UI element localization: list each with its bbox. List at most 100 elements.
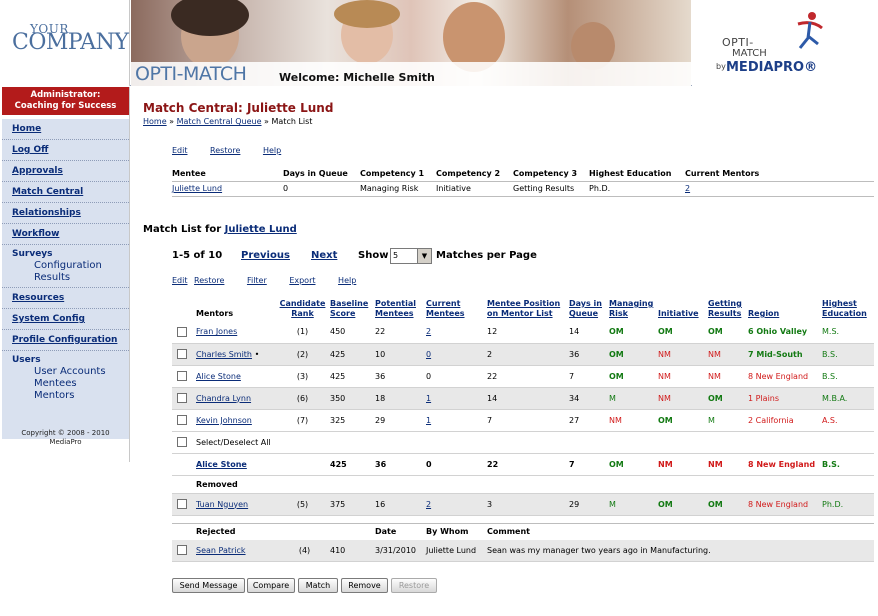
matches-per-page-select[interactable]: 5 ▼ [390,248,432,264]
list-export-link[interactable]: Export [289,276,315,285]
match-list-label: Match List for [143,224,225,235]
sidebar-item-home[interactable]: Home [2,119,129,140]
sidebar-item-system-config[interactable]: System Config [2,309,129,330]
mentor-name-link[interactable]: Alice Stone [196,372,241,381]
restore-button[interactable]: Restore [391,578,437,593]
sidebar-subitem-results[interactable]: Results [12,272,129,284]
removed-label-row: Removed [172,475,874,494]
removed-current-link[interactable]: 2 [426,500,431,509]
mentor-checkbox[interactable] [177,371,187,381]
sidebar-item-log-off[interactable]: Log Off [2,140,129,161]
match-list-actions: Edit Restore Filter Export Help [172,276,372,285]
matches-per-page-value: 5 [393,251,399,260]
sidebar-subitem-mentees[interactable]: Mentees [12,378,129,390]
sidebar-item-surveys[interactable]: Surveys [12,249,129,260]
mentee-help-link[interactable]: Help [263,146,281,155]
breadcrumb-home-link[interactable]: Home [143,117,167,126]
mentor-current-link[interactable]: 1 [426,394,431,403]
sidebar-item-approvals[interactable]: Approvals [2,161,129,182]
col-days-in-queue[interactable]: Days in Queue [569,297,609,321]
compare-button[interactable]: Compare [247,578,295,593]
mentor-checkbox[interactable] [177,393,187,403]
remove-button[interactable]: Remove [341,578,388,593]
col-candidate-rank[interactable]: Candidate Rank [279,297,330,321]
pager-previous-link[interactable]: Previous [241,250,290,261]
rejected-checkbox-cell [172,539,196,562]
mentor-days: 14 [569,321,609,344]
mentor-current-link[interactable]: 1 [426,416,431,425]
send-message-button[interactable]: Send Message [172,578,245,593]
selected-mentor-link[interactable]: Alice Stone [196,460,247,469]
list-help-link[interactable]: Help [338,276,356,285]
mentee-name-link[interactable]: Juliette Lund [172,184,222,193]
removed-name-cell: Tuan Nguyen [196,493,279,516]
mentee-table-header: Mentee Days in Queue Competency 1 Compet… [172,166,874,181]
selected-mentor-row: Alice Stone 425 36 0 22 7 OM NM NM 8 New… [172,452,874,476]
list-edit-link[interactable]: Edit [172,276,188,285]
breadcrumb-queue-link[interactable]: Match Central Queue [177,117,262,126]
mentor-current-link[interactable]: 2 [426,327,431,336]
removed-initiative: OM [658,493,708,516]
col-region[interactable]: Region [748,297,822,321]
mentee-current-mentors-cell: 2 [685,180,874,197]
col-managing-risk[interactable]: Managing Risk [609,297,658,321]
col-highest-education[interactable]: Highest Education [822,297,874,321]
mentor-name-cell: Fran Jones [196,321,279,344]
col-baseline-score[interactable]: Baseline Score [330,297,375,321]
mentee-actions: Edit Restore Help [172,146,297,155]
list-filter-link[interactable]: Filter [247,276,267,285]
mentor-current-cell: 2 [426,321,487,344]
removed-mentor-checkbox[interactable] [177,499,187,509]
list-restore-link[interactable]: Restore [194,276,224,285]
sidebar-subitem-mentors[interactable]: Mentors [12,390,129,402]
mentor-rank: (3) [279,365,330,388]
mentor-potential: 10 [375,343,426,366]
sidebar-item-match-central[interactable]: Match Central [2,182,129,203]
select-all-checkbox[interactable] [177,437,187,447]
match-list-mentee-link[interactable]: Juliette Lund [225,224,297,235]
mentee-table: Mentee Days in Queue Competency 1 Compet… [172,166,874,197]
sidebar-item-resources[interactable]: Resources [2,288,129,309]
mentor-checkbox[interactable] [177,415,187,425]
removed-mentor-link[interactable]: Tuan Nguyen [196,500,248,509]
sidebar-subitem-user-accounts[interactable]: User Accounts [12,366,129,378]
selected-region: 8 New England [748,452,822,476]
col-mentee: Mentee [172,168,206,178]
sidebar-item-relationships[interactable]: Relationships [2,203,129,224]
mentor-checkbox[interactable] [177,326,187,337]
col-getting-results[interactable]: Getting Results [708,297,748,321]
rejected-mentor-link[interactable]: Sean Patrick [196,546,246,555]
mentee-current-mentors-link[interactable]: 2 [685,184,690,193]
mentor-name-link[interactable]: Charles Smith [196,350,252,359]
rejected-rank: (4) [279,539,330,562]
rejected-row: Sean Patrick (4) 410 3/31/2010 Juliette … [172,539,874,562]
company-logo[interactable]: YOUR COMPANY [0,0,130,86]
col-initiative[interactable]: Initiative [658,297,708,321]
col-potential-mentees[interactable]: Potential Mentees [375,297,426,321]
selected-initiative: NM [658,452,708,476]
removed-potential: 16 [375,493,426,516]
mentee-edit-link[interactable]: Edit [172,146,188,155]
mentor-checkbox[interactable] [177,349,187,359]
rejected-mentor-checkbox[interactable] [177,545,187,556]
pager-next-link[interactable]: Next [311,250,337,261]
sidebar-item-workflow[interactable]: Workflow [2,224,129,245]
sidebar-subitem-configuration[interactable]: Configuration [12,260,129,272]
sidebar-item-users[interactable]: Users [12,355,129,366]
managing-label: Managing [609,299,654,308]
col-mentee-position[interactable]: Mentee Position on Mentor List [487,297,569,321]
sidebar-item-profile-configuration[interactable]: Profile Configuration [2,330,129,351]
match-button[interactable]: Match [298,578,338,593]
mentee-restore-link[interactable]: Restore [210,146,240,155]
potential-label: Potential [375,299,417,308]
mentor-current-link[interactable]: 0 [426,350,431,359]
col-current-mentees[interactable]: Current Mentees [426,297,487,321]
mentor-name-link[interactable]: Fran Jones [196,327,237,336]
mentor-name-link[interactable]: Chandra Lynn [196,394,251,403]
row-checkbox-cell [172,365,196,388]
rejected-comment: Sean was my manager two years ago in Man… [487,539,874,562]
mentor-name-cell: Chandra Lynn [196,387,279,410]
pager-range: 1-5 of 10 [172,250,223,261]
chevron-down-icon[interactable]: ▼ [417,249,431,263]
mentor-name-link[interactable]: Kevin Johnson [196,416,252,425]
